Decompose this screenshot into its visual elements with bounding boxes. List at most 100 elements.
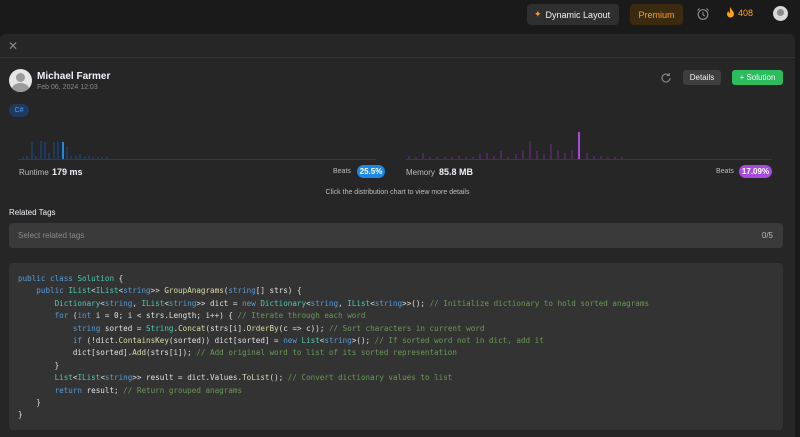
top-bar: ✦ Dynamic Layout Premium 408 bbox=[0, 0, 800, 30]
code-line: List<IList<string>> result = dict.Values… bbox=[18, 372, 774, 384]
tags-count: 0/5 bbox=[761, 231, 773, 240]
code-token: (c => c)); bbox=[278, 323, 329, 333]
code-token: public bbox=[18, 274, 51, 283]
memory-bar bbox=[613, 157, 616, 159]
memory-bar bbox=[621, 157, 623, 159]
code-token: >> dict = bbox=[196, 298, 243, 308]
code-token: // Return grouped anagrams bbox=[123, 385, 243, 395]
runtime-bar bbox=[88, 156, 90, 159]
memory-bar bbox=[585, 153, 588, 159]
code-token: GroupAnagrams bbox=[164, 286, 224, 296]
runtime-bar bbox=[79, 154, 82, 159]
code-token: , bbox=[338, 298, 348, 308]
code-token: sorted = bbox=[104, 323, 147, 333]
memory-value: 85.8 MB bbox=[439, 167, 474, 177]
code-token: string bbox=[123, 286, 151, 296]
code-token: IList bbox=[347, 298, 371, 308]
runtime-beats-badge: 25.5% bbox=[357, 165, 385, 178]
code-token: IList bbox=[77, 373, 101, 383]
memory-chart-baseline bbox=[406, 159, 772, 160]
code-token: IList bbox=[141, 298, 165, 308]
runtime-bar bbox=[83, 157, 86, 159]
code-token: string bbox=[374, 298, 403, 308]
runtime-bar bbox=[96, 157, 99, 159]
runtime-bar bbox=[92, 157, 95, 159]
author-avatar[interactable] bbox=[9, 69, 32, 92]
code-token: string bbox=[168, 298, 197, 308]
code-token: } bbox=[18, 410, 23, 420]
code-line: for (int i = 0; i < strs.Length; i++) { … bbox=[18, 310, 774, 322]
code-token: List bbox=[54, 373, 73, 383]
memory-bar bbox=[422, 153, 425, 159]
code-token: string bbox=[104, 298, 133, 308]
details-button[interactable]: Details bbox=[683, 70, 721, 85]
code-token: // Convert dictionary values to list bbox=[287, 373, 453, 383]
runtime-bar bbox=[48, 153, 51, 159]
runtime-label: Runtime bbox=[19, 168, 49, 177]
memory-bar bbox=[592, 156, 595, 159]
add-solution-button[interactable]: + Solution bbox=[732, 70, 783, 85]
code-token: String bbox=[146, 323, 174, 333]
code-token: (strs[i]); bbox=[146, 348, 197, 358]
runtime-bar bbox=[30, 142, 33, 159]
memory-bar bbox=[408, 156, 410, 159]
runtime-bar bbox=[70, 156, 73, 159]
code-token: // Sort characters in current word bbox=[328, 323, 485, 333]
memory-bar bbox=[429, 157, 432, 159]
memory-bar bbox=[471, 157, 474, 159]
code-line: if (!dict.ContainsKey(sorted)) dict[sort… bbox=[18, 335, 774, 347]
memory-bar bbox=[464, 157, 467, 159]
code-token: new bbox=[242, 298, 261, 308]
alarm-clock-icon[interactable] bbox=[696, 7, 710, 21]
runtime-chart-baseline bbox=[18, 159, 376, 160]
memory-bar bbox=[450, 157, 453, 159]
scrollbar[interactable] bbox=[795, 34, 800, 437]
profile-avatar[interactable] bbox=[773, 6, 788, 21]
code-token: string bbox=[104, 373, 133, 383]
close-icon[interactable]: ✕ bbox=[8, 40, 18, 52]
code-token: dict[sorted]. bbox=[18, 348, 133, 358]
runtime-bar bbox=[57, 142, 60, 159]
code-token: ContainsKey bbox=[118, 335, 169, 345]
runtime-bar bbox=[105, 157, 108, 159]
code-token: (sorted)) dict[sorted] = bbox=[168, 335, 284, 345]
code-token: } bbox=[18, 360, 60, 370]
memory-bar bbox=[557, 150, 560, 159]
refresh-icon[interactable] bbox=[660, 72, 672, 84]
runtime-beats-label: Beats bbox=[333, 168, 351, 175]
premium-button[interactable]: Premium bbox=[630, 4, 683, 25]
related-tags-input[interactable] bbox=[18, 229, 718, 242]
memory-bar bbox=[521, 150, 524, 159]
code-block[interactable]: public class Solution { public IList<ILi… bbox=[9, 263, 783, 430]
runtime-bar bbox=[35, 156, 38, 159]
memory-bar bbox=[606, 157, 609, 159]
memory-label: Memory bbox=[406, 168, 435, 177]
memory-beats-label: Beats bbox=[716, 168, 734, 175]
author-name[interactable]: Michael Farmer bbox=[37, 71, 110, 82]
code-token: string bbox=[324, 335, 352, 345]
memory-bar bbox=[528, 141, 531, 159]
code-token: (!dict. bbox=[86, 335, 119, 345]
code-token: (strs[i]. bbox=[205, 323, 247, 333]
code-token: Solution bbox=[77, 274, 115, 283]
code-token: >> result = dict.Values. bbox=[132, 373, 243, 383]
streak-counter[interactable]: 408 bbox=[726, 7, 753, 18]
code-token: >>(); bbox=[402, 298, 430, 308]
code-token: { bbox=[114, 274, 124, 283]
memory-bar bbox=[535, 151, 538, 159]
code-token: // Iterate through each word bbox=[237, 311, 366, 321]
code-token: string bbox=[72, 323, 105, 333]
memory-beats-badge: 17.09% bbox=[739, 165, 772, 178]
runtime-bar bbox=[74, 156, 77, 159]
runtime-bar bbox=[52, 142, 55, 159]
code-line: public IList<IList<string>> GroupAnagram… bbox=[18, 285, 774, 297]
memory-bar bbox=[550, 144, 552, 159]
dynamic-layout-button[interactable]: ✦ Dynamic Layout bbox=[527, 4, 619, 25]
related-tags-field[interactable]: 0/5 bbox=[9, 223, 783, 248]
submission-date: Feb 06, 2024 12:03 bbox=[37, 84, 98, 91]
